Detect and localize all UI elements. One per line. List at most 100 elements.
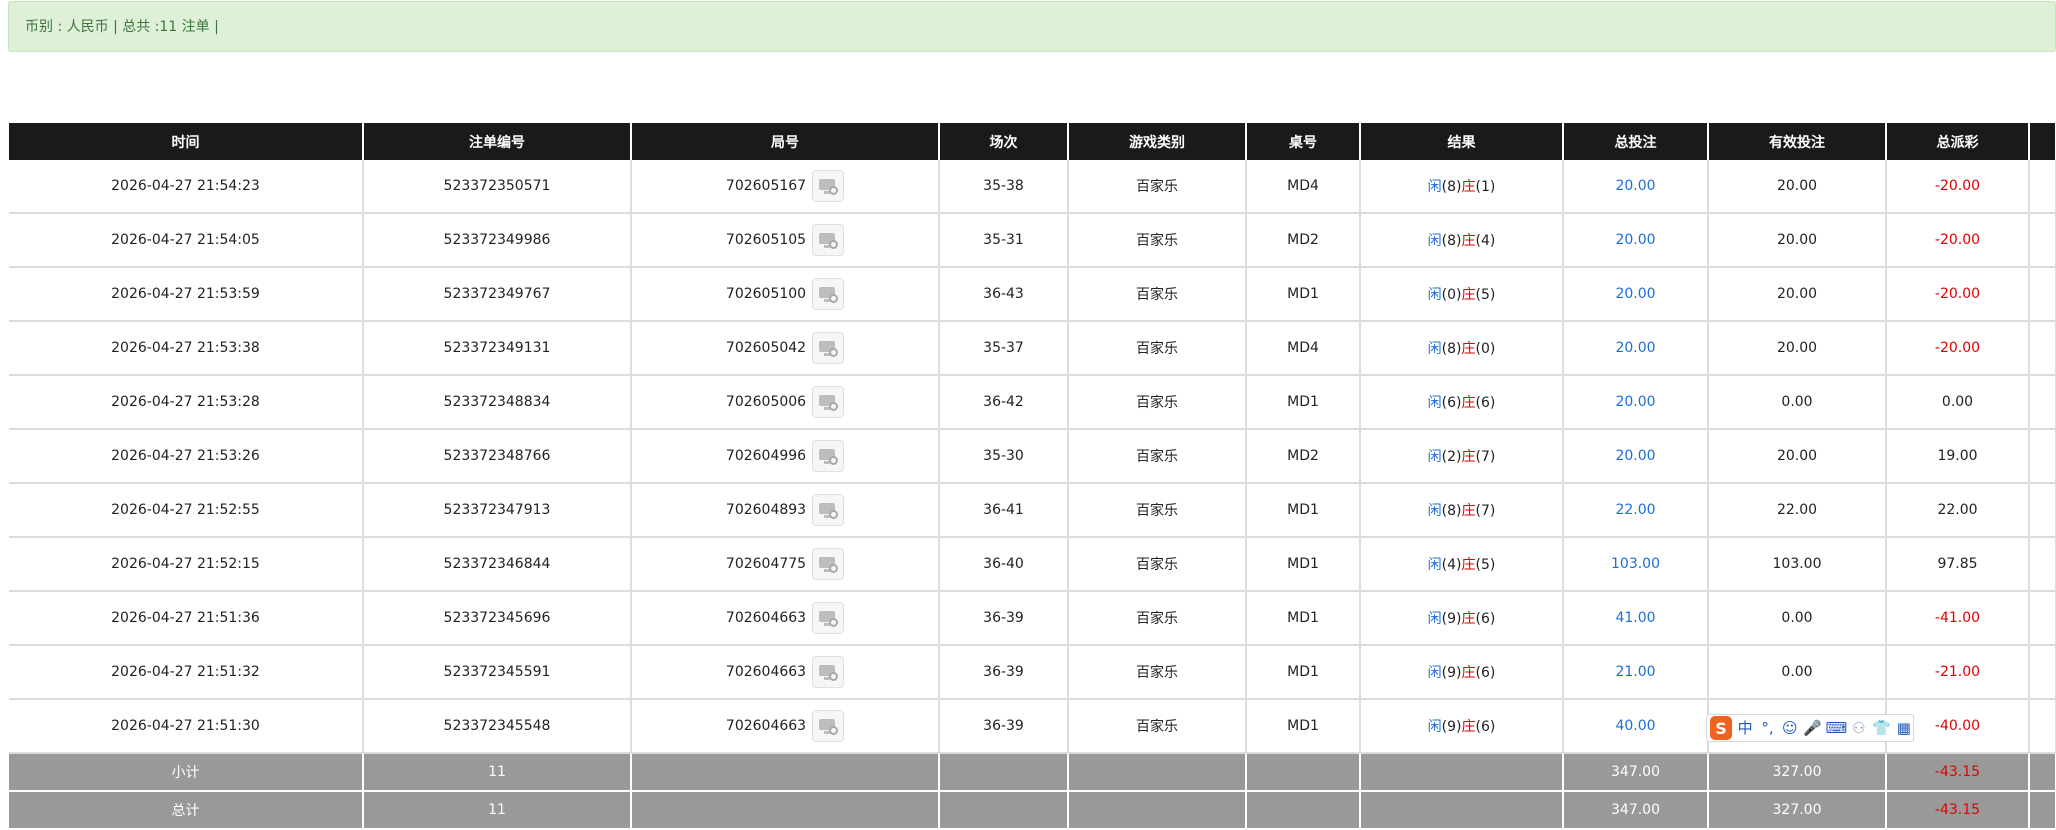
cell-round: 702604663 xyxy=(631,699,940,754)
cell-table-no: MD4 xyxy=(1246,321,1361,376)
replay-video-icon[interactable] xyxy=(812,170,845,202)
chinese-mode-icon[interactable]: 中 xyxy=(1736,718,1754,738)
round-number: 702605105 xyxy=(725,232,807,248)
round-number: 702604663 xyxy=(725,718,807,734)
result-player: 闲 xyxy=(1427,341,1442,357)
cell-payout: -20.00 xyxy=(1886,267,2030,322)
cell-total-bet[interactable]: 40.00 xyxy=(1563,699,1709,754)
col-payout-header[interactable]: 总派彩 xyxy=(1886,123,2030,160)
replay-video-icon[interactable] xyxy=(812,278,845,310)
cell-total-bet[interactable]: 41.00 xyxy=(1563,591,1709,646)
replay-video-icon[interactable] xyxy=(812,440,845,472)
col-bet-no-header[interactable]: 注单编号 xyxy=(363,123,632,160)
col-table-no-header[interactable]: 桌号 xyxy=(1246,123,1361,160)
col-round-header[interactable]: 局号 xyxy=(631,123,940,160)
microphone-icon[interactable]: 🎤 xyxy=(1803,718,1822,738)
col-result-header[interactable]: 结果 xyxy=(1360,123,1564,160)
result-player-points: (8) xyxy=(1441,179,1462,195)
cell-total-bet[interactable]: 21.00 xyxy=(1563,645,1709,700)
emoji-icon[interactable]: ☺ xyxy=(1781,718,1799,738)
cell-total-bet[interactable]: 20.00 xyxy=(1563,267,1709,322)
replay-video-icon[interactable] xyxy=(812,386,845,418)
result-player: 闲 xyxy=(1427,611,1442,627)
cell-valid-bet: 20.00 xyxy=(1708,160,1887,214)
cell-game: 百家乐 xyxy=(1068,699,1247,754)
cell-result: 闲(8)庄(7) xyxy=(1360,483,1564,538)
cell-result: 闲(2)庄(7) xyxy=(1360,429,1564,484)
cell-result: 闲(9)庄(6) xyxy=(1360,699,1564,754)
col-total-bet-header[interactable]: 总投注 xyxy=(1563,123,1709,160)
cell-total-bet[interactable]: 20.00 xyxy=(1563,321,1709,376)
cell-total-bet[interactable]: 22.00 xyxy=(1563,483,1709,538)
summary-text: 币别 : 人民币 | 总共 :11 注单 | xyxy=(25,19,219,35)
cell-extra xyxy=(2029,429,2056,484)
round-number: 702604663 xyxy=(725,664,807,680)
ime-toolbar[interactable]: S 中 °, ☺ 🎤 ⌨ ⚇ 👕 ▦ xyxy=(1706,714,1914,742)
cell-payout: 0.00 xyxy=(1886,375,2030,430)
replay-video-icon[interactable] xyxy=(812,548,845,580)
punctuation-icon[interactable]: °, xyxy=(1758,718,1776,738)
replay-video-icon[interactable] xyxy=(812,494,845,526)
result-banker-points: (5) xyxy=(1475,287,1496,303)
cell-payout: -20.00 xyxy=(1886,160,2030,214)
col-time-header[interactable]: 时间 xyxy=(9,123,364,160)
toolbox-icon[interactable]: ▦ xyxy=(1895,718,1913,738)
result-banker: 庄 xyxy=(1461,395,1476,411)
result-banker-points: (1) xyxy=(1475,179,1496,195)
cell-bet-no: 523372349131 xyxy=(363,321,632,376)
cell-time: 2026-04-27 21:52:15 xyxy=(9,537,364,592)
cell-valid-bet: 22.00 xyxy=(1708,483,1887,538)
cell-valid-bet: 20.00 xyxy=(1708,267,1887,322)
cell-extra xyxy=(2029,267,2056,322)
col-shoe-header[interactable]: 场次 xyxy=(939,123,1069,160)
cell-round: 702604663 xyxy=(631,645,940,700)
cell-total-bet[interactable]: 103.00 xyxy=(1563,537,1709,592)
replay-video-icon[interactable] xyxy=(812,332,845,364)
replay-video-icon[interactable] xyxy=(812,602,845,634)
keyboard-icon[interactable]: ⌨ xyxy=(1826,718,1848,738)
cell-shoe: 36-41 xyxy=(939,483,1069,538)
cell-game: 百家乐 xyxy=(1068,483,1247,538)
cell-payout: -20.00 xyxy=(1886,321,2030,376)
cell-valid-bet: 103.00 xyxy=(1708,537,1887,592)
cell-total-bet[interactable]: 20.00 xyxy=(1563,213,1709,268)
round-number: 702604663 xyxy=(725,610,807,626)
cell-shoe: 36-43 xyxy=(939,267,1069,322)
replay-video-icon[interactable] xyxy=(812,224,845,256)
cell-shoe: 35-37 xyxy=(939,321,1069,376)
col-valid-bet-header[interactable]: 有效投注 xyxy=(1708,123,1887,160)
cell-table-no: MD4 xyxy=(1246,160,1361,214)
subtotal-count: 11 xyxy=(363,753,632,792)
result-banker: 庄 xyxy=(1461,503,1476,519)
table-header-row: 时间 注单编号 局号 场次 游戏类别 桌号 结果 总投注 有效投注 总派彩 xyxy=(9,123,2056,160)
round-number: 702605006 xyxy=(725,394,807,410)
cell-bet-no: 523372345696 xyxy=(363,591,632,646)
cell-payout: -41.00 xyxy=(1886,591,2030,646)
cell-table-no: MD1 xyxy=(1246,375,1361,430)
sogou-logo-icon[interactable]: S xyxy=(1710,716,1732,740)
cell-total-bet[interactable]: 20.00 xyxy=(1563,375,1709,430)
result-banker-points: (6) xyxy=(1475,719,1496,735)
cell-total-bet[interactable]: 20.00 xyxy=(1563,429,1709,484)
grandtotal-valid-bet: 327.00 xyxy=(1708,791,1887,830)
result-banker: 庄 xyxy=(1461,179,1476,195)
result-banker: 庄 xyxy=(1461,719,1476,735)
user-icon[interactable]: ⚇ xyxy=(1850,718,1868,738)
cell-round: 702605105 xyxy=(631,213,940,268)
cell-payout: 22.00 xyxy=(1886,483,2030,538)
cell-valid-bet: 20.00 xyxy=(1708,321,1887,376)
replay-video-icon[interactable] xyxy=(812,656,845,688)
cell-valid-bet: 20.00 xyxy=(1708,429,1887,484)
result-player: 闲 xyxy=(1427,395,1442,411)
cell-extra xyxy=(2029,699,2056,754)
table-row: 2026-04-27 21:52:15 523372346844 702604775… xyxy=(9,537,2056,592)
cell-total-bet[interactable]: 20.00 xyxy=(1563,160,1709,214)
cell-result: 闲(0)庄(5) xyxy=(1360,267,1564,322)
cell-time: 2026-04-27 21:54:05 xyxy=(9,213,364,268)
replay-video-icon[interactable] xyxy=(812,710,845,742)
result-player-points: (0) xyxy=(1441,287,1462,303)
skin-icon[interactable]: 👕 xyxy=(1872,718,1891,738)
grandtotal-label: 总计 xyxy=(9,791,364,830)
col-game-header[interactable]: 游戏类别 xyxy=(1068,123,1247,160)
cell-valid-bet: 0.00 xyxy=(1708,591,1887,646)
